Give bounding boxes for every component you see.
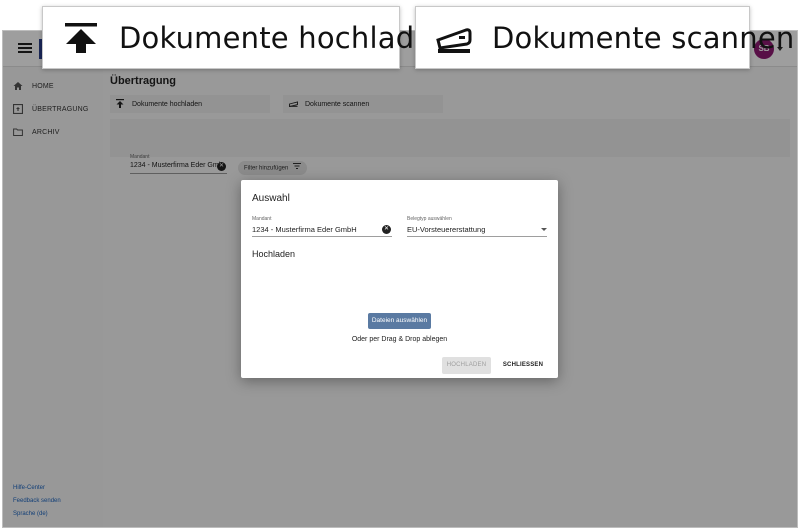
scanner-icon — [434, 18, 474, 58]
upload-callout: Dokumente hochladen — [42, 6, 451, 69]
upload-callout-label: Dokumente hochladen — [119, 20, 451, 55]
belegtyp-underline — [407, 236, 547, 237]
mandant-underline — [252, 236, 392, 237]
selection-dialog: Auswahl Mandant 1234 - Musterfirma Eder … — [241, 180, 558, 378]
upload-icon — [61, 18, 101, 58]
close-button[interactable]: SCHLIESSEN — [499, 357, 547, 374]
scan-callout: Dokumente scannen — [415, 6, 794, 69]
chevron-down-icon[interactable] — [541, 228, 547, 231]
choose-files-button[interactable]: Dateien auswählen — [368, 313, 431, 329]
belegtyp-select[interactable]: EU-Vorsteuererstattung — [407, 225, 485, 234]
mandant-label: Mandant — [252, 216, 272, 222]
upload-section-title: Hochladen — [252, 249, 296, 259]
upload-button[interactable]: HOCHLADEN — [442, 357, 491, 374]
mandant-field[interactable]: 1234 - Musterfirma Eder GmbH — [252, 225, 357, 234]
clear-icon[interactable]: ✕ — [382, 225, 391, 234]
belegtyp-label: Belegtyp auswählen — [407, 216, 452, 222]
dialog-title: Auswahl — [252, 193, 290, 204]
drag-drop-hint: Oder per Drag & Drop ablegen — [351, 336, 448, 343]
scan-callout-label: Dokumente scannen — [492, 20, 795, 55]
